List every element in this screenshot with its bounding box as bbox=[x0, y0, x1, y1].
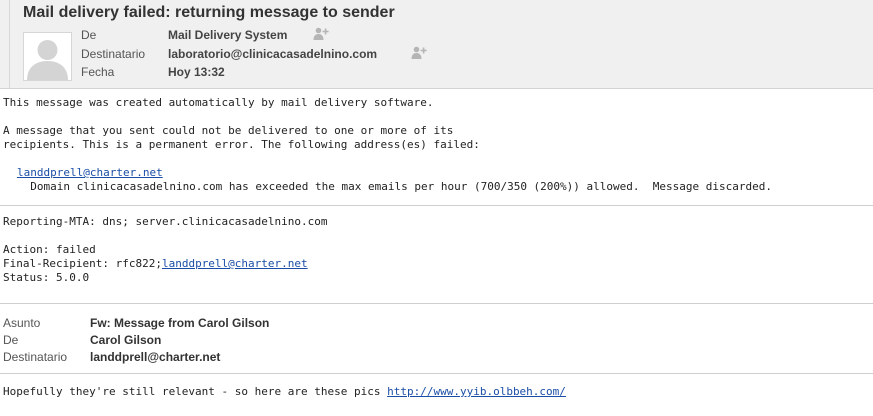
date-value: Hoy 13:32 bbox=[168, 65, 225, 79]
divider bbox=[0, 303, 873, 304]
date-label: Fecha bbox=[81, 65, 115, 79]
body-line-not-delivered: A message that you sent could not be del… bbox=[3, 124, 454, 137]
failed-address-line: landdprell@charter.net bbox=[17, 166, 163, 180]
header-left-border bbox=[9, 0, 10, 89]
from-label: De bbox=[81, 28, 97, 42]
status-line: Status: 5.0.0 bbox=[3, 271, 90, 284]
user-avatar-icon bbox=[24, 33, 71, 80]
message-subject: Mail delivery failed: returning message … bbox=[23, 4, 395, 21]
forwarded-text-line: Hopefully they're still relevant - so he… bbox=[3, 385, 566, 399]
body-line-permanent-error: recipients. This is a permanent error. T… bbox=[3, 138, 480, 151]
fwd-to-value: landdprell@charter.net bbox=[90, 350, 221, 364]
final-recipient-line: Final-Recipient: rfc822;landdprell@chart… bbox=[3, 257, 308, 271]
add-contact-icon[interactable] bbox=[411, 46, 427, 60]
message-header: Mail delivery failed: returning message … bbox=[0, 0, 873, 89]
to-label: Destinatario bbox=[81, 47, 146, 61]
fwd-subject-value: Fw: Message from Carol Gilson bbox=[90, 316, 270, 330]
failed-address-link[interactable]: landdprell@charter.net bbox=[17, 166, 163, 179]
fwd-from-value: Carol Gilson bbox=[90, 333, 162, 347]
final-recipient-prefix: Final-Recipient: rfc822; bbox=[3, 257, 162, 270]
fwd-to-label: Destinatario bbox=[3, 350, 68, 364]
forwarded-text: Hopefully they're still relevant - so he… bbox=[3, 385, 388, 398]
sender-avatar bbox=[23, 32, 72, 81]
forwarded-link[interactable]: http://www.yyib.olbbeh.com/ bbox=[387, 385, 566, 398]
domain-error-line: Domain clinicacasadelnino.com has exceed… bbox=[17, 180, 772, 193]
divider bbox=[0, 205, 873, 206]
add-contact-icon[interactable] bbox=[313, 27, 329, 41]
divider bbox=[0, 373, 873, 374]
final-recipient-link[interactable]: landdprell@charter.net bbox=[162, 257, 308, 270]
action-line: Action: failed bbox=[3, 243, 96, 256]
reporting-mta-line: Reporting-MTA: dns; server.clinicacasade… bbox=[3, 215, 328, 228]
body-line-auto-created: This message was created automatically b… bbox=[3, 96, 434, 109]
to-value[interactable]: laboratorio@clinicacasadelnino.com bbox=[168, 47, 377, 61]
fwd-subject-label: Asunto bbox=[3, 316, 41, 330]
from-value[interactable]: Mail Delivery System bbox=[168, 28, 287, 42]
fwd-from-label: De bbox=[3, 333, 19, 347]
